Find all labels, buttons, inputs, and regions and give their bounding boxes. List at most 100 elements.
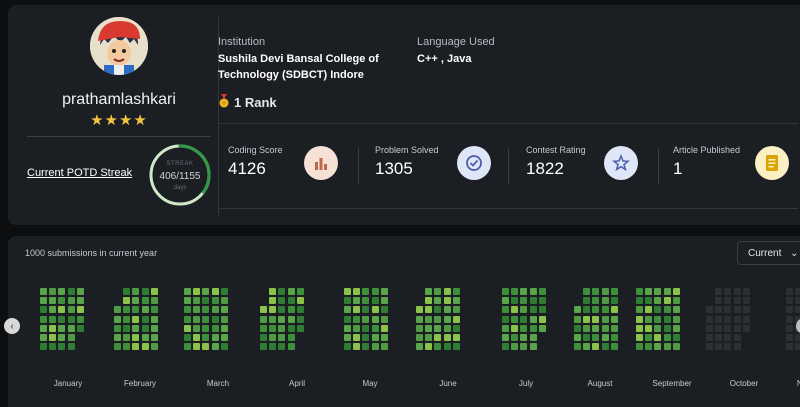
- heatmap-cell[interactable]: [654, 288, 662, 295]
- heatmap-cell[interactable]: [123, 334, 131, 341]
- heatmap-cell[interactable]: [220, 297, 228, 305]
- heatmap-cell[interactable]: [58, 334, 66, 341]
- heatmap-cell[interactable]: [353, 343, 361, 351]
- heatmap-cell[interactable]: [452, 343, 460, 351]
- heatmap-cell[interactable]: [434, 306, 442, 314]
- heatmap-cell[interactable]: [220, 306, 228, 314]
- heatmap-cell[interactable]: [278, 324, 286, 332]
- heatmap-cell[interactable]: [672, 324, 680, 332]
- heatmap-cell[interactable]: [40, 343, 47, 351]
- heatmap-cell[interactable]: [132, 334, 140, 341]
- heatmap-cell[interactable]: [529, 334, 537, 341]
- heatmap-cell[interactable]: [362, 288, 370, 295]
- heatmap-cell[interactable]: [654, 315, 662, 323]
- heatmap-cell[interactable]: [114, 306, 121, 314]
- heatmap-cell[interactable]: [511, 315, 519, 323]
- heatmap-cell[interactable]: [76, 288, 84, 295]
- heatmap-cell[interactable]: [76, 315, 84, 323]
- heatmap-cell[interactable]: [278, 297, 286, 305]
- heatmap-cell[interactable]: [733, 306, 741, 314]
- heatmap-cell[interactable]: [610, 315, 618, 323]
- heatmap-cell[interactable]: [592, 288, 600, 295]
- heatmap-cell[interactable]: [583, 343, 591, 351]
- heatmap-cell[interactable]: [654, 343, 662, 351]
- heatmap-cell[interactable]: [362, 324, 370, 332]
- heatmap-cell[interactable]: [344, 324, 351, 332]
- heatmap-cell[interactable]: [610, 306, 618, 314]
- heatmap-cell[interactable]: [574, 343, 581, 351]
- heatmap-cell[interactable]: [529, 343, 537, 351]
- heatmap-cell[interactable]: [416, 343, 423, 351]
- heatmap-cell[interactable]: [278, 334, 286, 341]
- heatmap-cell[interactable]: [434, 288, 442, 295]
- heatmap-cell[interactable]: [211, 306, 219, 314]
- heatmap-cell[interactable]: [592, 315, 600, 323]
- heatmap-cell[interactable]: [344, 315, 351, 323]
- heatmap-cell[interactable]: [150, 288, 158, 295]
- heatmap-cell[interactable]: [58, 297, 66, 305]
- heatmap-cell[interactable]: [193, 306, 201, 314]
- heatmap-cell[interactable]: [452, 297, 460, 305]
- heatmap-cell[interactable]: [362, 306, 370, 314]
- heatmap-cell[interactable]: [380, 315, 388, 323]
- heatmap-cell[interactable]: [742, 324, 750, 332]
- heatmap-cell[interactable]: [795, 297, 800, 305]
- heatmap-cell[interactable]: [502, 334, 509, 341]
- heatmap-cell[interactable]: [706, 324, 713, 332]
- heatmap-cell[interactable]: [202, 306, 210, 314]
- heatmap-cell[interactable]: [76, 306, 84, 314]
- heatmap-cell[interactable]: [287, 315, 295, 323]
- heatmap-cell[interactable]: [416, 334, 423, 341]
- heatmap-cell[interactable]: [452, 334, 460, 341]
- heatmap-cell[interactable]: [123, 324, 131, 332]
- heatmap-cell[interactable]: [202, 343, 210, 351]
- heatmap-cell[interactable]: [795, 288, 800, 295]
- heatmap-cell[interactable]: [425, 306, 433, 314]
- heatmap-cell[interactable]: [574, 324, 581, 332]
- heatmap-cell[interactable]: [724, 306, 732, 314]
- heatmap-cell[interactable]: [645, 306, 653, 314]
- heatmap-cell[interactable]: [592, 334, 600, 341]
- heatmap-cell[interactable]: [742, 306, 750, 314]
- heatmap-cell[interactable]: [49, 288, 57, 295]
- heatmap-cell[interactable]: [123, 306, 131, 314]
- heatmap-cell[interactable]: [344, 288, 351, 295]
- heatmap-cell[interactable]: [663, 306, 671, 314]
- heatmap-cell[interactable]: [663, 297, 671, 305]
- heatmap-cell[interactable]: [49, 306, 57, 314]
- heatmap-cell[interactable]: [538, 315, 546, 323]
- heatmap-cell[interactable]: [40, 306, 47, 314]
- heatmap-cell[interactable]: [211, 315, 219, 323]
- heatmap-cell[interactable]: [287, 297, 295, 305]
- heatmap-cell[interactable]: [353, 324, 361, 332]
- heatmap-cell[interactable]: [452, 315, 460, 323]
- heatmap-cell[interactable]: [601, 334, 609, 341]
- heatmap-cell[interactable]: [502, 343, 509, 351]
- heatmap-cell[interactable]: [592, 343, 600, 351]
- heatmap-cell[interactable]: [511, 334, 519, 341]
- heatmap-cell[interactable]: [371, 297, 379, 305]
- heatmap-cell[interactable]: [425, 315, 433, 323]
- heatmap-cell[interactable]: [636, 343, 643, 351]
- heatmap-cell[interactable]: [425, 334, 433, 341]
- heatmap-cell[interactable]: [715, 334, 723, 341]
- heatmap-cell[interactable]: [278, 315, 286, 323]
- heatmap-cell[interactable]: [654, 324, 662, 332]
- heatmap-cell[interactable]: [220, 334, 228, 341]
- heatmap-cell[interactable]: [269, 324, 277, 332]
- heatmap-cell[interactable]: [502, 324, 509, 332]
- heatmap-cell[interactable]: [67, 297, 75, 305]
- heatmap-cell[interactable]: [742, 315, 750, 323]
- heatmap-cell[interactable]: [502, 315, 509, 323]
- heatmap-cell[interactable]: [67, 324, 75, 332]
- heatmap-cell[interactable]: [724, 343, 732, 351]
- heatmap-cell[interactable]: [269, 297, 277, 305]
- heatmap-cell[interactable]: [452, 324, 460, 332]
- heatmap-cell[interactable]: [601, 306, 609, 314]
- heatmap-cell[interactable]: [132, 343, 140, 351]
- heatmap-cell[interactable]: [202, 334, 210, 341]
- heatmap-cell[interactable]: [529, 297, 537, 305]
- heatmap-cell[interactable]: [362, 343, 370, 351]
- heatmap-cell[interactable]: [733, 324, 741, 332]
- heatmap-cell[interactable]: [114, 334, 121, 341]
